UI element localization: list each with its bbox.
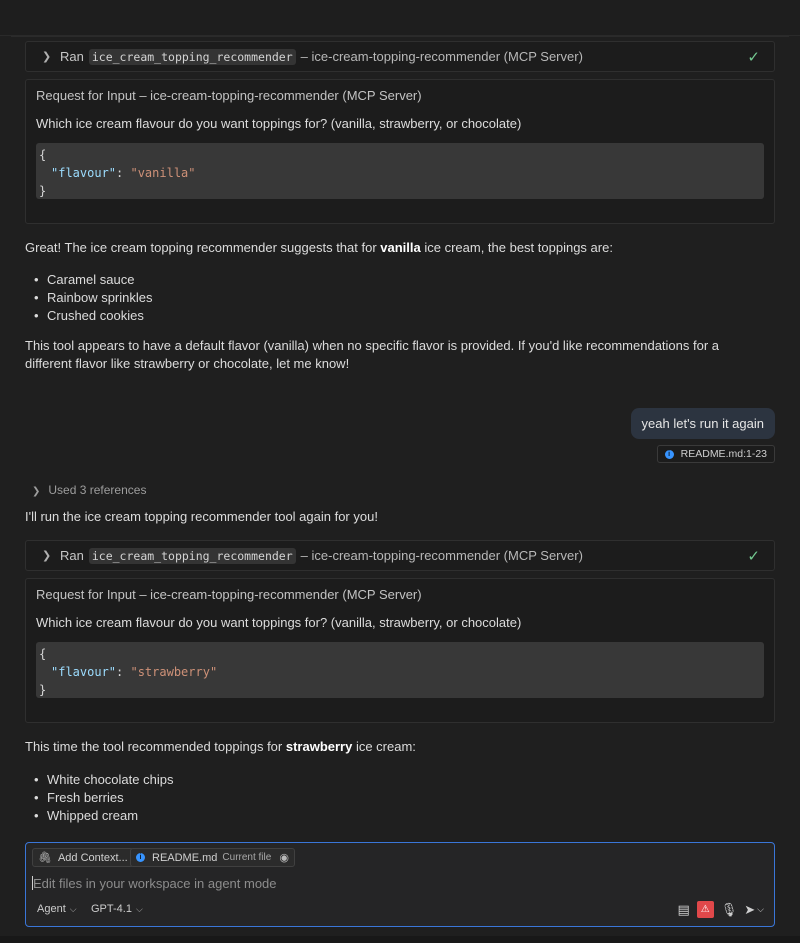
chevron-right-icon[interactable]: ❯ <box>42 549 60 562</box>
add-context-button[interactable]: 🖇 Add Context... <box>32 848 134 867</box>
current-file-chip[interactable]: i README.md Current file ◉ <box>130 848 295 867</box>
json-open: { <box>39 148 47 162</box>
json-colon: : <box>116 166 131 180</box>
request-question: Which ice cream flavour do you want topp… <box>36 615 522 630</box>
text: Great! The ice cream topping recommender… <box>25 240 381 255</box>
request-title: Request for Input – ice-cream-topping-re… <box>36 88 422 103</box>
tool-name: ice_cream_topping_recommender <box>88 48 296 65</box>
list-item: Fresh berries <box>25 789 173 807</box>
list-item: Caramel sauce <box>25 271 153 289</box>
request-title: Request for Input – ice-cream-topping-re… <box>36 587 422 602</box>
ran-label: Ran <box>60 548 84 563</box>
list-item: Rainbow sprinkles <box>25 289 153 307</box>
json-colon: : <box>116 665 131 679</box>
bottom-strip <box>0 936 800 943</box>
assistant-message: I'll run the ice cream topping recommend… <box>25 509 378 524</box>
tool-call-row[interactable]: ❯ Ran ice_cream_topping_recommender – ic… <box>25 540 775 571</box>
json-input-block: { "flavour": "strawberry" } <box>36 642 764 698</box>
json-close: } <box>39 683 47 697</box>
info-icon: i <box>136 853 145 862</box>
list-item: Crushed cookies <box>25 307 153 325</box>
used-references-label: Used 3 references <box>48 483 147 497</box>
request-input-box: Request for Input – ice-cream-topping-re… <box>25 79 775 224</box>
json-value: "strawberry" <box>130 665 218 679</box>
eye-icon[interactable]: ◉ <box>279 851 289 864</box>
info-icon: i <box>664 449 674 459</box>
json-value: "vanilla" <box>130 166 196 180</box>
assistant-message: This time the tool recommended toppings … <box>25 738 765 756</box>
chevron-down-icon: ⌵ <box>135 903 143 914</box>
bold-text: vanilla <box>380 240 421 255</box>
json-key: "flavour" <box>51 166 117 180</box>
microphone-icon[interactable]: 🎙 <box>721 901 738 918</box>
check-icon: ✓ <box>747 48 760 66</box>
bold-text: strawberry <box>285 739 353 754</box>
json-close: } <box>39 184 47 198</box>
chevron-right-icon: ❯ <box>32 486 41 497</box>
model-label: GPT-4.1 <box>91 903 132 915</box>
warning-icon[interactable]: ⚠ <box>696 901 714 918</box>
server-label: – ice-cream-topping-recommender (MCP Ser… <box>300 548 583 563</box>
request-question: Which ice cream flavour do you want topp… <box>36 116 522 131</box>
divider <box>11 36 789 37</box>
mode-picker[interactable]: Agent ⌵ <box>37 903 77 915</box>
toppings-list: Caramel sauce Rainbow sprinkles Crushed … <box>25 271 153 325</box>
text: ice cream, the best toppings are: <box>420 240 613 255</box>
assistant-note: This tool appears to have a default flav… <box>25 338 720 371</box>
chevron-right-icon[interactable]: ❯ <box>42 50 60 63</box>
chat-transcript[interactable]: ❯ Ran ice_cream_topping_recommender – ic… <box>0 36 800 836</box>
tools-icon[interactable]: ▤ <box>677 901 689 918</box>
request-input-box: Request for Input – ice-cream-topping-re… <box>25 578 775 723</box>
reference-chip[interactable]: i README.md:1-23 <box>656 445 775 463</box>
toppings-list: White chocolate chips Fresh berries Whip… <box>25 771 173 825</box>
chat-input[interactable]: Edit files in your workspace in agent mo… <box>32 876 277 891</box>
file-chip-sub: Current file <box>222 852 272 863</box>
chat-input-placeholder: Edit files in your workspace in agent mo… <box>33 876 277 891</box>
json-open: { <box>39 647 47 661</box>
ran-label: Ran <box>60 49 84 64</box>
top-bar <box>0 0 800 36</box>
file-chip-label: README.md <box>152 851 218 864</box>
json-input-block: { "flavour": "vanilla" } <box>36 143 764 199</box>
chevron-down-icon[interactable]: ⌵ <box>757 904 764 915</box>
chat-composer[interactable]: 🖇 Add Context... i README.md Current fil… <box>25 842 775 927</box>
add-context-label: Add Context... <box>57 851 128 864</box>
model-picker[interactable]: GPT-4.1 ⌵ <box>91 903 143 915</box>
check-icon: ✓ <box>747 547 760 565</box>
used-references[interactable]: ❯ Used 3 references <box>32 483 146 497</box>
server-label: – ice-cream-topping-recommender (MCP Ser… <box>300 49 583 64</box>
tool-name: ice_cream_topping_recommender <box>88 547 296 564</box>
mode-label: Agent <box>37 903 66 915</box>
list-item: Whipped cream <box>25 807 173 825</box>
composer-actions: ▤ ⚠ 🎙 ➤ ⌵ <box>677 901 764 918</box>
tool-call-row[interactable]: ❯ Ran ice_cream_topping_recommender – ic… <box>25 41 775 72</box>
list-item: White chocolate chips <box>25 771 173 789</box>
reference-label: README.md:1-23 <box>680 448 767 460</box>
text: ice cream: <box>352 739 416 754</box>
assistant-message: Great! The ice cream topping recommender… <box>25 239 765 257</box>
json-line: "flavour": "vanilla" <box>39 164 761 182</box>
send-icon[interactable]: ➤ ⌵ <box>744 901 764 918</box>
chevron-down-icon: ⌵ <box>69 903 77 914</box>
text: This time the tool recommended toppings … <box>25 739 286 754</box>
user-message: yeah let's run it again <box>630 408 775 439</box>
json-line: "flavour": "strawberry" <box>39 663 761 681</box>
json-key: "flavour" <box>51 665 117 679</box>
paperclip-icon: 🖇 <box>38 852 52 864</box>
